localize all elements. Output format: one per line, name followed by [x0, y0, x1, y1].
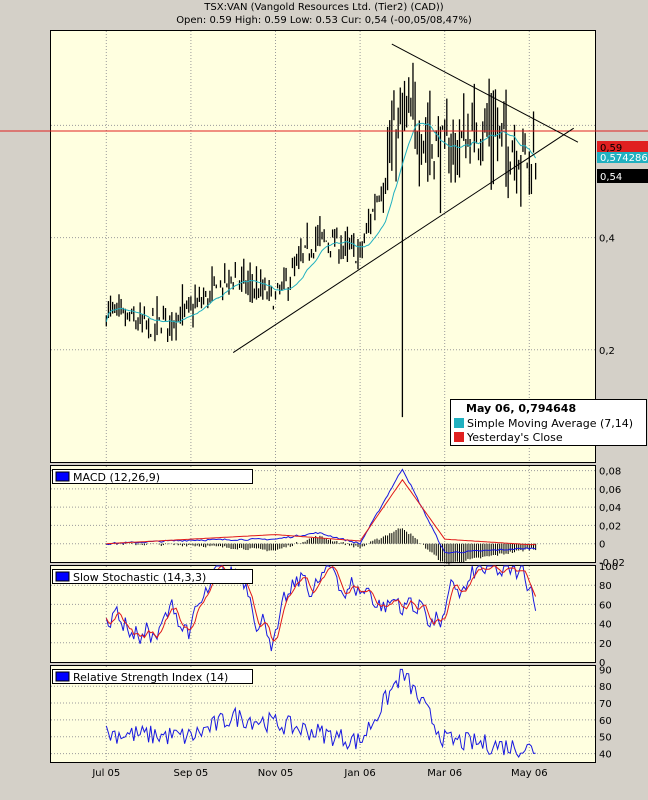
- y-tick-label: 100: [599, 562, 618, 573]
- y-tick-label: 0,04: [599, 503, 621, 514]
- y-tick-label: 60: [599, 716, 612, 727]
- y-tick-label: 70: [599, 699, 612, 710]
- y-tick-label: 80: [599, 581, 612, 592]
- tooltip-title: May 06, 0,794648: [466, 402, 576, 415]
- data-tooltip: May 06, 0,794648 Simple Moving Average (…: [450, 399, 647, 446]
- x-tick-label: May 06: [511, 768, 548, 779]
- rsi-legend[interactable]: Relative Strength Index (14): [52, 669, 253, 685]
- y-tick-label: 0: [599, 540, 605, 551]
- price-label-sma: 0,574286: [597, 152, 648, 164]
- y-tick-label: 20: [599, 639, 612, 650]
- x-tick-label: Jan 06: [343, 768, 375, 779]
- price-pane[interactable]: [50, 30, 596, 463]
- tooltip-close-label: Yesterday's Close: [466, 431, 563, 444]
- macd-legend-label: MACD (12,26,9): [73, 471, 160, 484]
- price-label-sma-text: 0,574286: [600, 153, 648, 164]
- y-tick-label: 40: [599, 750, 612, 761]
- macd-legend[interactable]: MACD (12,26,9): [52, 469, 253, 485]
- tooltip-sma-swatch: [454, 418, 464, 428]
- price-label-current: 0,54: [597, 169, 648, 183]
- y-tick-label: 80: [599, 682, 612, 693]
- y-tick-label: 0,02: [599, 521, 621, 532]
- stochastic-legend-label: Slow Stochastic (14,3,3): [73, 571, 206, 584]
- price-label-current-text: 0,54: [600, 172, 622, 183]
- y-tick-label: 40: [599, 620, 612, 631]
- rsi-legend-label: Relative Strength Index (14): [73, 671, 228, 684]
- y-tick-label: 60: [599, 600, 612, 611]
- stochastic-legend[interactable]: Slow Stochastic (14,3,3): [52, 569, 253, 585]
- x-tick-label: Nov 05: [258, 768, 293, 779]
- x-tick-label: Mar 06: [427, 768, 462, 779]
- y-tick-label: 0,4: [599, 234, 615, 245]
- x-tick-label: Sep 05: [174, 768, 209, 779]
- y-tick-label: 0,2: [599, 346, 615, 357]
- tooltip-sma-label: Simple Moving Average (7,14): [467, 417, 633, 430]
- y-tick-label: 50: [599, 733, 612, 744]
- tooltip-close-swatch: [454, 432, 464, 442]
- x-tick-label: Jul 05: [91, 768, 120, 779]
- y-tick-label: 0,06: [599, 485, 621, 496]
- y-tick-label: 0,08: [599, 467, 621, 478]
- stock-chart[interactable]: Jul 05 Sep 05 Nov 05 Jan 06 Mar 06 May 06 0,2…: [0, 0, 648, 800]
- y-tick-label: 90: [599, 665, 612, 676]
